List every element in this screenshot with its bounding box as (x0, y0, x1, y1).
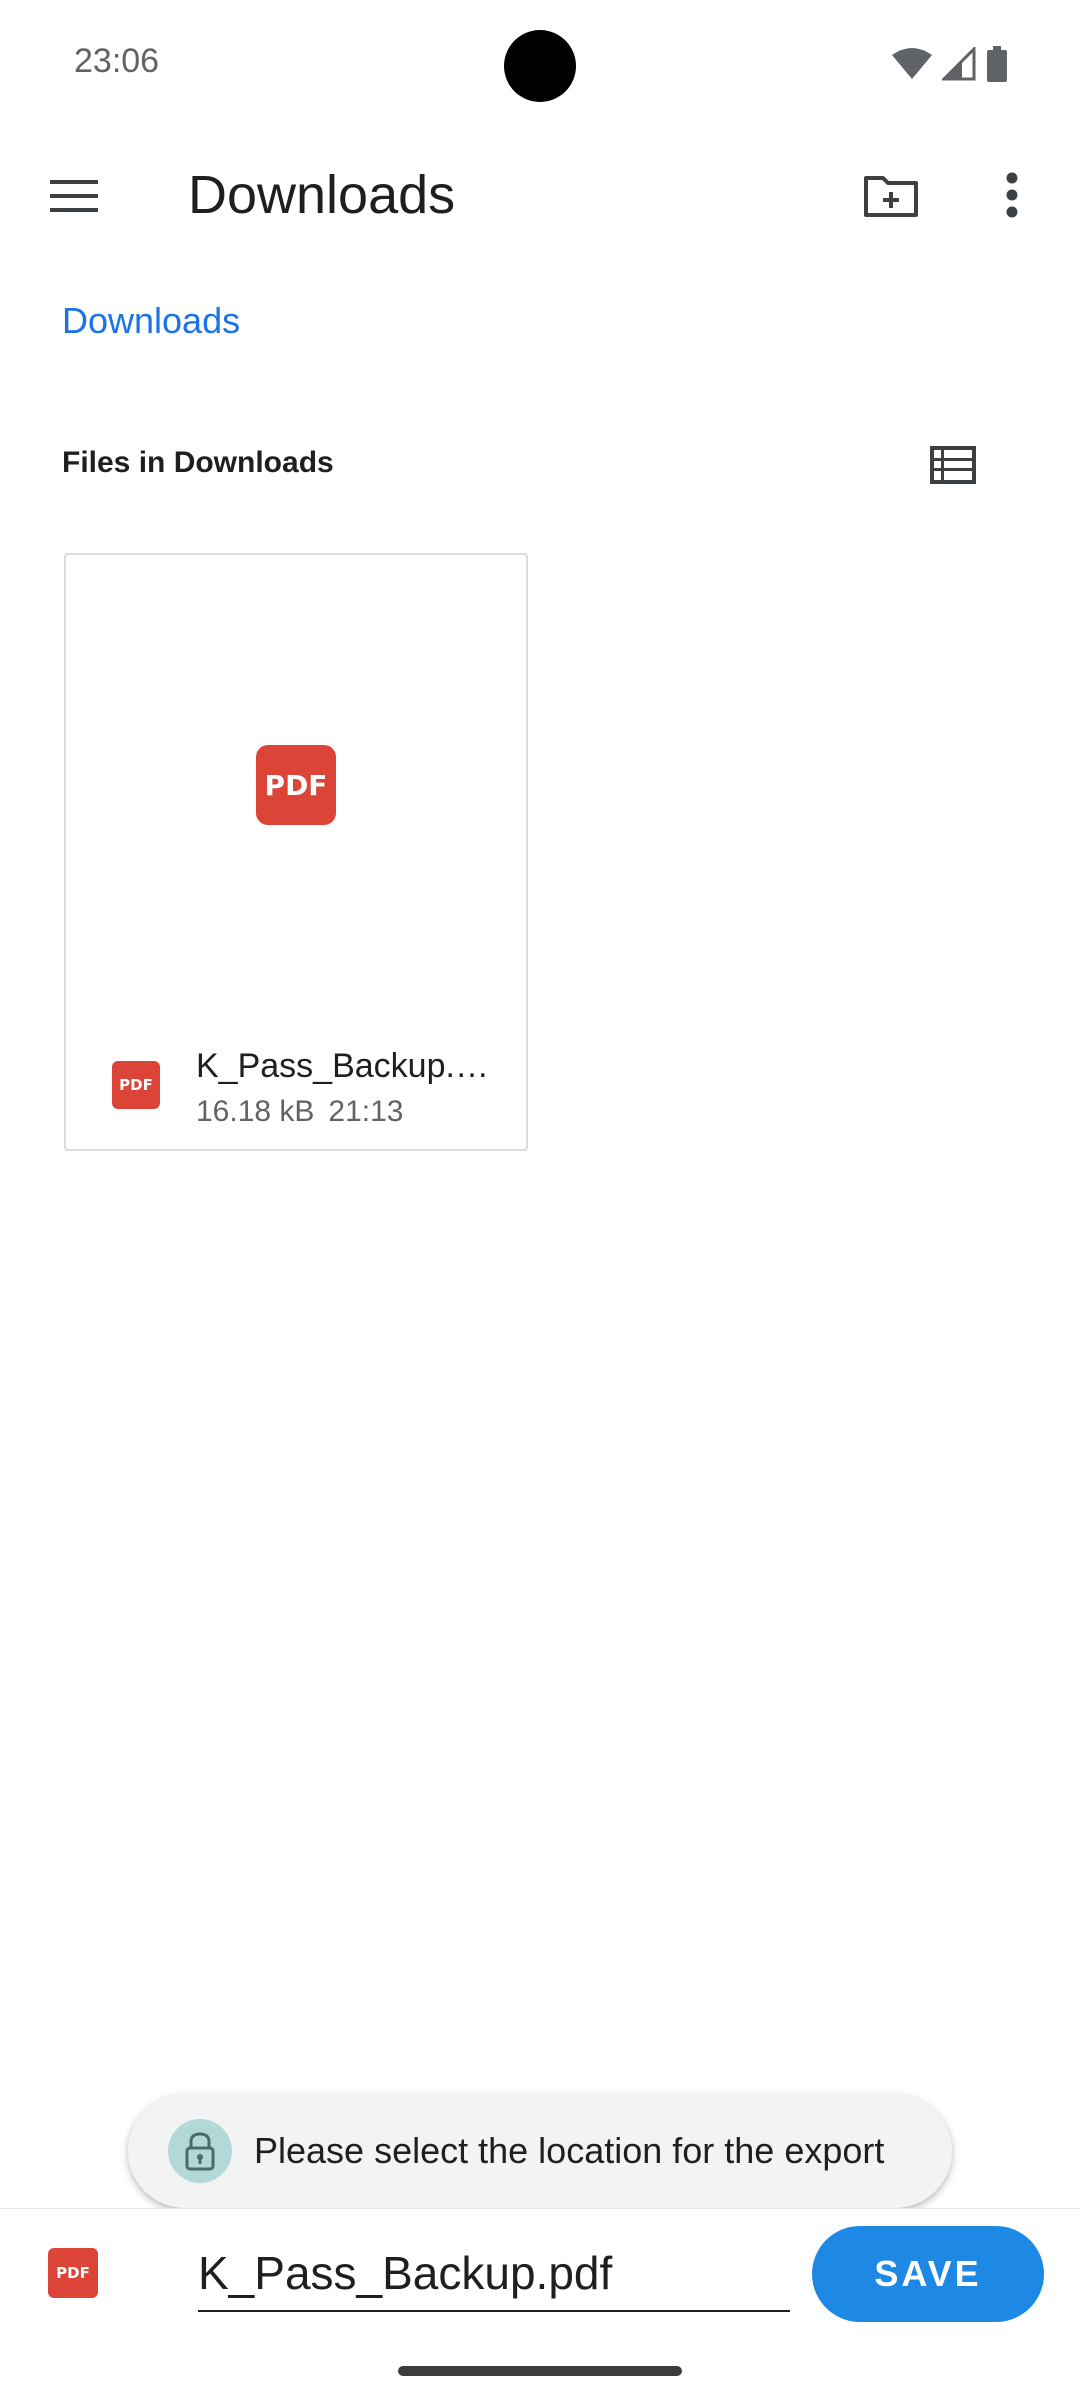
file-time: 21:13 (328, 1095, 404, 1128)
page-title: Downloads (188, 165, 456, 225)
status-icons (892, 46, 1008, 82)
camera-cutout (504, 30, 576, 102)
menu-icon[interactable] (44, 166, 104, 226)
section-title: Files in Downloads (62, 446, 334, 479)
lock-icon (168, 2119, 232, 2183)
file-name: K_Pass_Backup.pdf (196, 1047, 496, 1085)
signal-icon (942, 47, 976, 81)
pdf-file-type-icon: PDF (48, 2248, 98, 2298)
snackbar: Please select the location for the expor… (128, 2094, 952, 2208)
breadcrumb-downloads[interactable]: Downloads (62, 300, 240, 342)
file-meta: 16.18 kB 21:13 (196, 1095, 404, 1129)
file-size: 16.18 kB (196, 1095, 315, 1128)
home-indicator[interactable] (398, 2366, 682, 2376)
create-new-folder-icon[interactable] (858, 162, 924, 228)
snackbar-message: Please select the location for the expor… (254, 2130, 885, 2171)
filename-input[interactable] (198, 2236, 790, 2312)
save-button[interactable]: SAVE (812, 2226, 1044, 2322)
more-vert-icon[interactable] (984, 162, 1040, 228)
wifi-icon (892, 48, 932, 79)
pdf-file-icon: PDF (112, 1061, 160, 1109)
status-time: 23:06 (74, 42, 160, 80)
pdf-thumbnail-icon: PDF (256, 745, 336, 825)
battery-icon (987, 46, 1007, 82)
list-view-icon[interactable] (922, 434, 984, 496)
file-card[interactable]: PDF PDF K_Pass_Backup.pdf 16.18 kB 21:13 (64, 553, 528, 1151)
